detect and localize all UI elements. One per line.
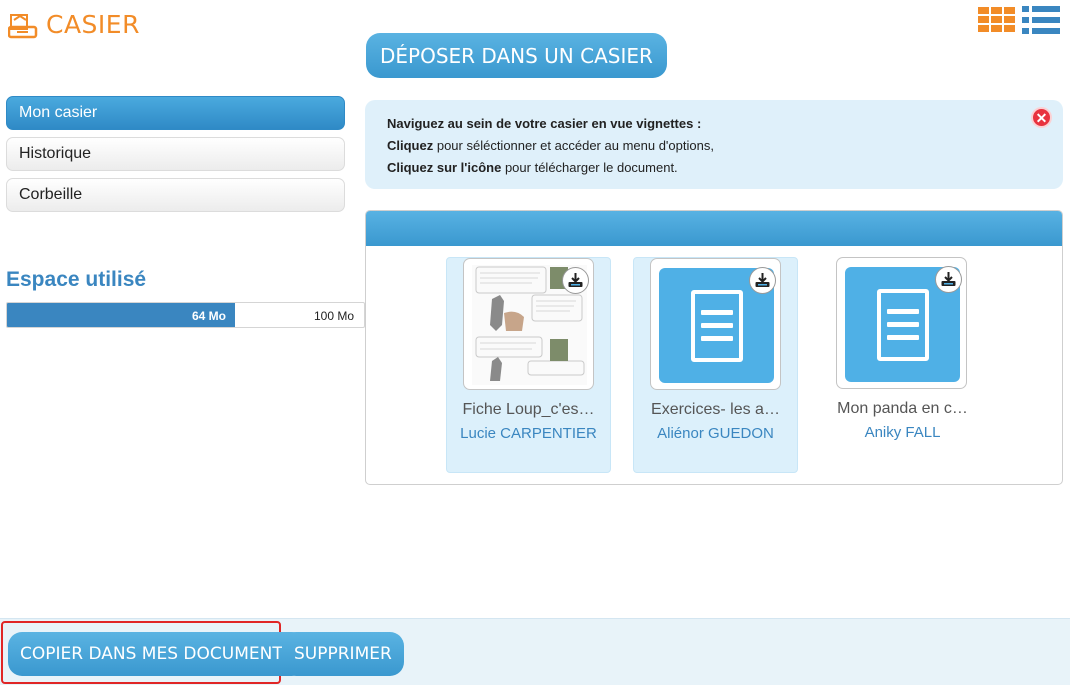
action-bar: COPIER DANS MES DOCUMENTS SUPPRIMER: [0, 618, 1070, 685]
files-panel-header: [366, 211, 1062, 246]
info-line-3-bold: Cliquez sur l'icône: [387, 160, 502, 175]
file-thumbnail: [463, 258, 594, 390]
file-tile[interactable]: Mon panda en c… Aniky FALL: [820, 257, 985, 473]
file-name: Mon panda en c…: [837, 400, 968, 417]
locker-icon: [8, 13, 38, 38]
storage-total-label: 100 Mo: [313, 309, 354, 323]
sidebar-item-corbeille[interactable]: Corbeille: [6, 178, 345, 212]
files-panel: Fiche Loup_c'es… Lucie CARPENTIER Exerci…: [365, 210, 1063, 485]
close-icon[interactable]: ✕: [1031, 107, 1052, 128]
info-line-2-text: pour séléctionner et accéder au menu d'o…: [433, 138, 714, 153]
list-icon: [1022, 6, 1060, 34]
storage-title: Espace utilisé: [6, 268, 147, 291]
info-line-2-bold: Cliquez: [387, 138, 434, 153]
file-tile[interactable]: Fiche Loup_c'es… Lucie CARPENTIER: [446, 257, 611, 473]
info-panel: Naviguez au sein de votre casier en vue …: [365, 100, 1063, 189]
list-view-button[interactable]: [1022, 6, 1060, 34]
info-line-3-text: pour télécharger le document.: [501, 160, 678, 175]
info-line-1: Naviguez au sein de votre casier en vue …: [387, 113, 1041, 135]
info-heading: Naviguez au sein de votre casier en vue …: [387, 116, 702, 131]
file-tile[interactable]: Exercices- les a… Aliénor GUEDON: [633, 257, 798, 473]
file-tiles: Fiche Loup_c'es… Lucie CARPENTIER Exerci…: [446, 257, 985, 473]
info-line-2: Cliquez pour séléctionner et accéder au …: [387, 135, 1041, 157]
file-author: Aliénor GUEDON: [657, 425, 774, 442]
delete-button[interactable]: SUPPRIMER: [282, 632, 404, 676]
sidebar: Mon casier Historique Corbeille: [6, 96, 345, 219]
file-author: Lucie CARPENTIER: [460, 425, 597, 442]
deposit-button[interactable]: DÉPOSER DANS UN CASIER: [366, 33, 667, 78]
view-toggle: [978, 6, 1060, 34]
page: CASIER DÉPOSER DANS UN CASIER Mon casier…: [0, 0, 1070, 685]
file-thumbnail: [836, 257, 967, 389]
storage-used-label: 64 Mo: [192, 309, 227, 323]
file-name: Fiche Loup_c'es…: [462, 401, 595, 418]
copy-to-documents-button[interactable]: COPIER DANS MES DOCUMENTS: [8, 632, 306, 676]
file-thumbnail: [650, 258, 781, 390]
download-icon[interactable]: [935, 266, 962, 293]
info-line-3: Cliquez sur l'icône pour télécharger le …: [387, 157, 1041, 179]
download-icon[interactable]: [562, 267, 589, 294]
grid-view-button[interactable]: [978, 6, 1016, 34]
sidebar-item-mon-casier[interactable]: Mon casier: [6, 96, 345, 130]
sidebar-item-historique[interactable]: Historique: [6, 137, 345, 171]
file-name: Exercices- les a…: [651, 401, 780, 418]
download-icon[interactable]: [749, 267, 776, 294]
app-header: CASIER: [8, 10, 140, 39]
app-title: CASIER: [46, 10, 140, 39]
storage-bar: 64 Mo 100 Mo: [6, 302, 365, 328]
file-author: Aniky FALL: [864, 424, 941, 441]
grid-icon: [978, 7, 1015, 32]
